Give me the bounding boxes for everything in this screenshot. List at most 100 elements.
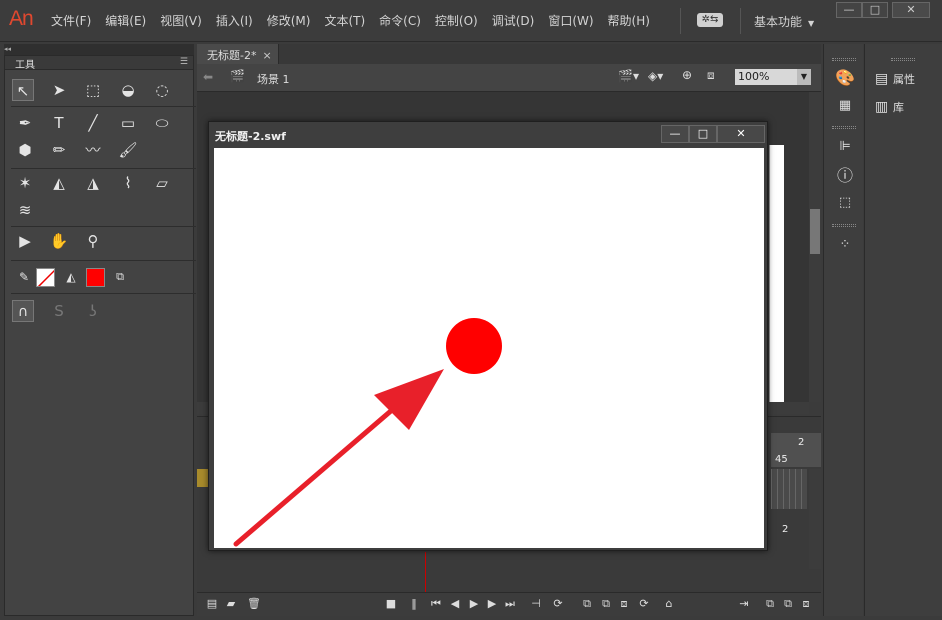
3d-rotation-tool-icon[interactable]: ◒ [117, 79, 139, 101]
components-icon[interactable]: ⁘ [834, 234, 856, 256]
smooth-icon[interactable]: S [48, 300, 70, 322]
straighten-icon[interactable]: ʖ [82, 300, 104, 322]
timeline-toolbar: ▤ ▰ 🗑 ■ ‖ ⏮ ◀ ▶ ▶ ⏭ ⊣ ⟳ ⧉ ⧉ ⧈ ⟳ ⌂ ⇥ ⧉ ⧉ … [197, 592, 821, 616]
menu-help[interactable]: 帮助(H) [601, 12, 657, 29]
menu-commands[interactable]: 命令(C) [372, 12, 428, 29]
line-tool-icon[interactable]: ╱ [82, 112, 104, 134]
hand-tool-icon[interactable]: ✋ [48, 230, 70, 252]
swatches-icon[interactable]: ▦ [834, 95, 856, 117]
vertical-scrollbar[interactable] [809, 92, 821, 402]
loop-icon[interactable]: ⊣ [529, 597, 543, 611]
next-frame-icon[interactable]: ▶ [485, 597, 499, 611]
pen-tool-icon[interactable]: ✒ [14, 112, 36, 134]
previous-frame-icon[interactable]: ◀ [448, 597, 462, 611]
align-icon[interactable]: ⊫ [834, 136, 856, 158]
window-maximize-button[interactable]: □ [862, 2, 888, 18]
paint-brush-tool-icon[interactable]: 〰 [82, 139, 104, 161]
copy-frames-icon[interactable]: ⧉ [763, 597, 777, 611]
swap-colors-icon[interactable]: ⧉ [109, 266, 131, 288]
window-minimize-button[interactable]: — [836, 2, 862, 18]
color-palette-icon[interactable]: 🎨 [834, 67, 856, 89]
menu-control[interactable]: 控制(O) [428, 12, 485, 29]
width-tool-icon[interactable]: ≋ [14, 199, 36, 221]
swf-close-button[interactable]: ✕ [717, 125, 765, 143]
camera-icon[interactable]: ■ [384, 597, 398, 611]
dock-grip[interactable] [832, 126, 856, 129]
frame-number: 2 [798, 437, 805, 448]
dock-grip[interactable] [891, 58, 915, 61]
text-tool-icon[interactable]: T [48, 112, 70, 134]
edit-scene-icon[interactable]: 🎬▾ [618, 69, 639, 83]
brush-tool-icon[interactable]: 🖌 [117, 139, 139, 161]
onion-skin-outline-icon[interactable]: ⧉ [599, 597, 613, 611]
menu-text[interactable]: 文本(T) [317, 12, 372, 29]
more-frames-icon[interactable]: ⧈ [799, 597, 813, 611]
last-frame-icon[interactable]: ⏭ [503, 597, 517, 611]
clip-content-icon[interactable]: ⧈ [707, 68, 715, 83]
ink-bottle-tool-icon[interactable]: ◮ [82, 172, 104, 194]
oval-tool-icon[interactable]: ⬭ [151, 112, 173, 134]
frame-cells[interactable] [771, 469, 807, 509]
info-icon[interactable]: ⓘ [834, 165, 856, 187]
eraser-tool-icon[interactable]: ▱ [151, 172, 173, 194]
library-tab[interactable]: ▥ 库 [875, 99, 904, 115]
play-icon[interactable]: ▶ [467, 597, 481, 611]
first-frame-icon[interactable]: ⏮ [429, 597, 443, 611]
polystar-tool-icon[interactable]: ⬢ [14, 139, 36, 161]
lasso-tool-icon[interactable]: ◌ [151, 79, 173, 101]
fill-color-swatch[interactable] [86, 268, 105, 287]
eyedropper-tool-icon[interactable]: ⌇ [117, 172, 139, 194]
rectangle-tool-icon[interactable]: ▭ [117, 112, 139, 134]
camera-tool-icon[interactable]: ▶ [14, 230, 36, 252]
menu-edit[interactable]: 编辑(E) [98, 12, 153, 29]
window-close-button[interactable]: ✕ [892, 2, 930, 18]
menu-window[interactable]: 窗口(W) [541, 12, 600, 29]
subselection-tool-icon[interactable]: ➤ [48, 79, 70, 101]
stroke-color-swatch[interactable] [36, 268, 55, 287]
swf-minimize-button[interactable]: — [661, 125, 689, 143]
swf-maximize-button[interactable]: □ [689, 125, 717, 143]
pause-icon[interactable]: ‖ [407, 597, 421, 611]
edit-symbols-icon[interactable]: ◈▾ [648, 69, 663, 83]
timeline-scrollbar[interactable] [809, 469, 821, 569]
modify-markers-icon[interactable]: ⟳ [637, 597, 651, 611]
menu-modify[interactable]: 修改(M) [260, 12, 318, 29]
document-tab[interactable]: 无标题-2* × [197, 44, 279, 64]
paste-frames-icon[interactable]: ⧉ [781, 597, 795, 611]
export-icon[interactable]: ⇥ [737, 597, 751, 611]
center-stage-icon[interactable]: ⊕ [682, 68, 692, 82]
snap-to-objects-icon[interactable]: ∩ [12, 300, 34, 322]
free-transform-tool-icon[interactable]: ⬚ [82, 79, 104, 101]
new-folder-icon[interactable]: ▰ [224, 597, 238, 611]
tools-collapse-strip[interactable]: ◂◂ [4, 44, 194, 55]
delete-layer-icon[interactable]: 🗑 [247, 597, 261, 611]
center-frame-icon[interactable]: ⟳ [551, 597, 565, 611]
playhead[interactable] [425, 552, 426, 592]
onion-skin-icon[interactable]: ⧉ [580, 597, 594, 611]
menu-view[interactable]: 视图(V) [153, 12, 209, 29]
menu-debug[interactable]: 调试(D) [485, 12, 542, 29]
back-arrow-icon[interactable]: ⬅ [203, 70, 213, 84]
dock-grip[interactable] [832, 224, 856, 227]
selection-tool-icon[interactable]: ↖ [12, 79, 34, 101]
workspace-switcher[interactable]: 基本功能 ▼ [754, 13, 814, 30]
new-layer-icon[interactable]: ▤ [205, 597, 219, 611]
sync-settings-button[interactable]: ✲⇆ [697, 13, 723, 27]
paint-bucket-tool-icon[interactable]: ◭ [48, 172, 70, 194]
tool-divider [11, 293, 196, 294]
panel-menu-icon[interactable]: ☰ [180, 57, 188, 67]
menu-file[interactable]: 文件(F) [44, 12, 98, 29]
bone-tool-icon[interactable]: ✶ [14, 172, 36, 194]
edit-multiple-frames-icon[interactable]: ⧈ [617, 597, 631, 611]
properties-tab[interactable]: ▤ 属性 [875, 71, 915, 87]
frame-number: 45 [775, 454, 788, 465]
scrollbar-thumb[interactable] [810, 209, 820, 254]
close-icon[interactable]: × [262, 49, 271, 62]
transform-icon[interactable]: ⬚ [834, 192, 856, 214]
zoom-select[interactable]: 100% ▼ [735, 69, 811, 85]
menu-insert[interactable]: 插入(I) [209, 12, 260, 29]
zoom-tool-icon[interactable]: ⚲ [82, 230, 104, 252]
dock-grip[interactable] [832, 58, 856, 61]
swf-canvas[interactable] [214, 148, 764, 548]
pencil-tool-icon[interactable]: ✏ [48, 139, 70, 161]
